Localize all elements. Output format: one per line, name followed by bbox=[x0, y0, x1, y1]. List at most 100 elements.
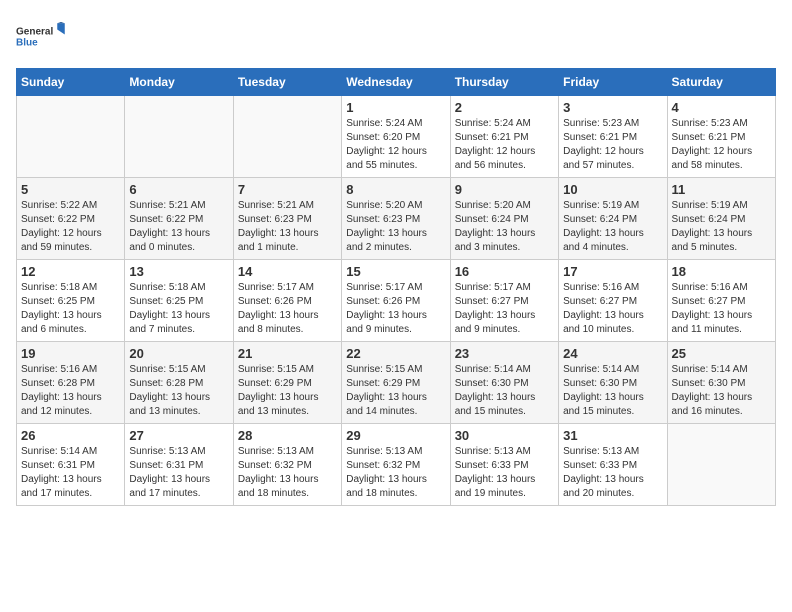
day-number: 7 bbox=[238, 182, 337, 197]
day-info: Sunrise: 5:24 AM Sunset: 6:21 PM Dayligh… bbox=[455, 117, 554, 173]
day-number: 13 bbox=[129, 264, 228, 279]
calendar-cell bbox=[125, 96, 233, 178]
calendar-cell: 23 Sunrise: 5:14 AM Sunset: 6:30 PM Dayli… bbox=[450, 342, 558, 424]
day-number: 30 bbox=[455, 428, 554, 443]
calendar-cell: 2 Sunrise: 5:24 AM Sunset: 6:21 PM Daylig… bbox=[450, 96, 558, 178]
day-info: Sunrise: 5:13 AM Sunset: 6:33 PM Dayligh… bbox=[563, 445, 662, 501]
weekday-header-saturday: Saturday bbox=[667, 69, 775, 96]
calendar-cell bbox=[17, 96, 125, 178]
day-info: Sunrise: 5:18 AM Sunset: 6:25 PM Dayligh… bbox=[21, 281, 120, 337]
day-number: 25 bbox=[672, 346, 771, 361]
calendar-cell: 9 Sunrise: 5:20 AM Sunset: 6:24 PM Daylig… bbox=[450, 178, 558, 260]
day-number: 8 bbox=[346, 182, 445, 197]
calendar-cell: 18 Sunrise: 5:16 AM Sunset: 6:27 PM Dayli… bbox=[667, 260, 775, 342]
day-info: Sunrise: 5:14 AM Sunset: 6:31 PM Dayligh… bbox=[21, 445, 120, 501]
day-info: Sunrise: 5:16 AM Sunset: 6:27 PM Dayligh… bbox=[563, 281, 662, 337]
calendar-cell: 11Sunrise: 5:19 AM Sunset: 6:24 PM Dayli… bbox=[667, 178, 775, 260]
svg-text:Blue: Blue bbox=[16, 38, 38, 49]
day-info: Sunrise: 5:20 AM Sunset: 6:23 PM Dayligh… bbox=[346, 199, 445, 255]
day-info: Sunrise: 5:16 AM Sunset: 6:27 PM Dayligh… bbox=[672, 281, 771, 337]
day-number: 26 bbox=[21, 428, 120, 443]
logo: General Blue bbox=[16, 16, 66, 56]
calendar-cell: 28 Sunrise: 5:13 AM Sunset: 6:32 PM Dayli… bbox=[233, 424, 341, 506]
day-number: 16 bbox=[455, 264, 554, 279]
svg-text:General: General bbox=[16, 26, 53, 37]
day-info: Sunrise: 5:14 AM Sunset: 6:30 PM Dayligh… bbox=[672, 363, 771, 419]
week-row-2: 5 Sunrise: 5:22 AM Sunset: 6:22 PM Daylig… bbox=[17, 178, 776, 260]
weekday-header-thursday: Thursday bbox=[450, 69, 558, 96]
day-number: 2 bbox=[455, 100, 554, 115]
day-info: Sunrise: 5:14 AM Sunset: 6:30 PM Dayligh… bbox=[563, 363, 662, 419]
calendar-cell: 8 Sunrise: 5:20 AM Sunset: 6:23 PM Daylig… bbox=[342, 178, 450, 260]
calendar-cell: 14 Sunrise: 5:17 AM Sunset: 6:26 PM Dayli… bbox=[233, 260, 341, 342]
calendar-table: SundayMondayTuesdayWednesdayThursdayFrid… bbox=[16, 68, 776, 506]
day-info: Sunrise: 5:24 AM Sunset: 6:20 PM Dayligh… bbox=[346, 117, 445, 173]
day-info: Sunrise: 5:21 AM Sunset: 6:22 PM Dayligh… bbox=[129, 199, 228, 255]
day-number: 24 bbox=[563, 346, 662, 361]
day-number: 20 bbox=[129, 346, 228, 361]
day-info: Sunrise: 5:13 AM Sunset: 6:32 PM Dayligh… bbox=[238, 445, 337, 501]
week-row-1: 1Sunrise: 5:24 AM Sunset: 6:20 PM Daylig… bbox=[17, 96, 776, 178]
logo-svg: General Blue bbox=[16, 16, 66, 56]
day-number: 17 bbox=[563, 264, 662, 279]
calendar-cell: 12 Sunrise: 5:18 AM Sunset: 6:25 PM Dayli… bbox=[17, 260, 125, 342]
day-info: Sunrise: 5:13 AM Sunset: 6:31 PM Dayligh… bbox=[129, 445, 228, 501]
day-number: 10 bbox=[563, 182, 662, 197]
calendar-cell: 17 Sunrise: 5:16 AM Sunset: 6:27 PM Dayli… bbox=[559, 260, 667, 342]
day-info: Sunrise: 5:21 AM Sunset: 6:23 PM Dayligh… bbox=[238, 199, 337, 255]
weekday-header-friday: Friday bbox=[559, 69, 667, 96]
calendar-cell: 16 Sunrise: 5:17 AM Sunset: 6:27 PM Dayli… bbox=[450, 260, 558, 342]
calendar-cell: 27 Sunrise: 5:13 AM Sunset: 6:31 PM Dayli… bbox=[125, 424, 233, 506]
day-info: Sunrise: 5:17 AM Sunset: 6:26 PM Dayligh… bbox=[346, 281, 445, 337]
calendar-cell: 31 Sunrise: 5:13 AM Sunset: 6:33 PM Dayli… bbox=[559, 424, 667, 506]
calendar-cell: 20Sunrise: 5:15 AM Sunset: 6:28 PM Dayli… bbox=[125, 342, 233, 424]
day-info: Sunrise: 5:17 AM Sunset: 6:27 PM Dayligh… bbox=[455, 281, 554, 337]
day-info: Sunrise: 5:17 AM Sunset: 6:26 PM Dayligh… bbox=[238, 281, 337, 337]
calendar-cell: 25 Sunrise: 5:14 AM Sunset: 6:30 PM Dayli… bbox=[667, 342, 775, 424]
weekday-header-monday: Monday bbox=[125, 69, 233, 96]
calendar-cell: 22 Sunrise: 5:15 AM Sunset: 6:29 PM Dayli… bbox=[342, 342, 450, 424]
calendar-cell: 4Sunrise: 5:23 AM Sunset: 6:21 PM Daylig… bbox=[667, 96, 775, 178]
calendar-cell: 13 Sunrise: 5:18 AM Sunset: 6:25 PM Dayli… bbox=[125, 260, 233, 342]
day-number: 3 bbox=[563, 100, 662, 115]
day-number: 14 bbox=[238, 264, 337, 279]
day-info: Sunrise: 5:23 AM Sunset: 6:21 PM Dayligh… bbox=[563, 117, 662, 173]
weekday-header-wednesday: Wednesday bbox=[342, 69, 450, 96]
day-number: 4 bbox=[672, 100, 771, 115]
day-number: 18 bbox=[672, 264, 771, 279]
day-number: 28 bbox=[238, 428, 337, 443]
calendar-cell: 3 Sunrise: 5:23 AM Sunset: 6:21 PM Daylig… bbox=[559, 96, 667, 178]
calendar-cell: 10 Sunrise: 5:19 AM Sunset: 6:24 PM Dayli… bbox=[559, 178, 667, 260]
day-number: 23 bbox=[455, 346, 554, 361]
calendar-cell: 15 Sunrise: 5:17 AM Sunset: 6:26 PM Dayli… bbox=[342, 260, 450, 342]
weekday-header-row: SundayMondayTuesdayWednesdayThursdayFrid… bbox=[17, 69, 776, 96]
day-number: 6 bbox=[129, 182, 228, 197]
calendar-cell: 24 Sunrise: 5:14 AM Sunset: 6:30 PM Dayli… bbox=[559, 342, 667, 424]
calendar-cell bbox=[233, 96, 341, 178]
day-number: 27 bbox=[129, 428, 228, 443]
day-number: 15 bbox=[346, 264, 445, 279]
calendar-cell: 19 Sunrise: 5:16 AM Sunset: 6:28 PM Dayli… bbox=[17, 342, 125, 424]
calendar-cell: 29Sunrise: 5:13 AM Sunset: 6:32 PM Dayli… bbox=[342, 424, 450, 506]
day-info: Sunrise: 5:13 AM Sunset: 6:33 PM Dayligh… bbox=[455, 445, 554, 501]
day-info: Sunrise: 5:20 AM Sunset: 6:24 PM Dayligh… bbox=[455, 199, 554, 255]
weekday-header-sunday: Sunday bbox=[17, 69, 125, 96]
day-info: Sunrise: 5:16 AM Sunset: 6:28 PM Dayligh… bbox=[21, 363, 120, 419]
day-info: Sunrise: 5:15 AM Sunset: 6:29 PM Dayligh… bbox=[346, 363, 445, 419]
day-info: Sunrise: 5:19 AM Sunset: 6:24 PM Dayligh… bbox=[672, 199, 771, 255]
day-info: Sunrise: 5:18 AM Sunset: 6:25 PM Dayligh… bbox=[129, 281, 228, 337]
day-info: Sunrise: 5:15 AM Sunset: 6:29 PM Dayligh… bbox=[238, 363, 337, 419]
calendar-cell: 30 Sunrise: 5:13 AM Sunset: 6:33 PM Dayli… bbox=[450, 424, 558, 506]
day-number: 9 bbox=[455, 182, 554, 197]
calendar-cell: 7 Sunrise: 5:21 AM Sunset: 6:23 PM Daylig… bbox=[233, 178, 341, 260]
day-number: 31 bbox=[563, 428, 662, 443]
day-number: 12 bbox=[21, 264, 120, 279]
day-info: Sunrise: 5:14 AM Sunset: 6:30 PM Dayligh… bbox=[455, 363, 554, 419]
day-info: Sunrise: 5:19 AM Sunset: 6:24 PM Dayligh… bbox=[563, 199, 662, 255]
day-number: 19 bbox=[21, 346, 120, 361]
day-number: 5 bbox=[21, 182, 120, 197]
week-row-3: 12 Sunrise: 5:18 AM Sunset: 6:25 PM Dayli… bbox=[17, 260, 776, 342]
day-info: Sunrise: 5:22 AM Sunset: 6:22 PM Dayligh… bbox=[21, 199, 120, 255]
day-number: 22 bbox=[346, 346, 445, 361]
day-number: 21 bbox=[238, 346, 337, 361]
